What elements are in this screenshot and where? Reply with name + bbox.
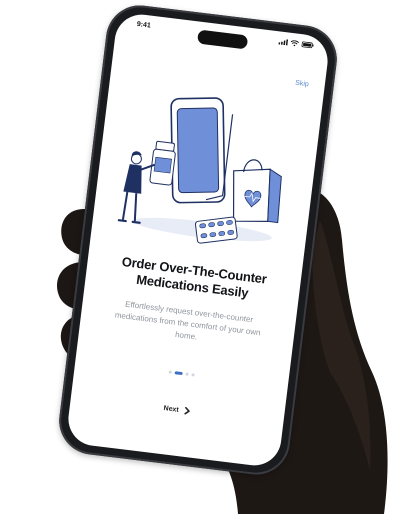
stage: 9:41 Skip Order Over-The-Counter Medicat… [0, 0, 415, 514]
signal-icon [278, 39, 289, 46]
onboarding-illustration [117, 97, 282, 244]
page-dot-3[interactable] [185, 372, 189, 376]
page-indicator [168, 370, 195, 377]
status-time: 9:41 [136, 20, 152, 30]
chevron-right-icon [184, 406, 190, 415]
phone-screen: 9:41 Skip Order Over-The-Counter Medicat… [65, 11, 331, 469]
skip-button[interactable]: Skip [295, 80, 309, 89]
page-dot-4[interactable] [191, 373, 195, 377]
onboarding-subtitle: Effortlessly request over-the-counter me… [114, 299, 262, 342]
next-label: Next [163, 404, 180, 414]
blister-pack-illustration [194, 216, 238, 244]
woman-illustration [117, 151, 155, 224]
page-dot-1[interactable] [168, 370, 172, 374]
pill-bottle-illustration [149, 140, 176, 186]
next-button[interactable]: Next [163, 404, 191, 415]
shopping-bag-illustration [232, 159, 282, 224]
status-icons [278, 38, 314, 49]
battery-icon [301, 41, 314, 49]
wifi-icon [290, 40, 300, 47]
page-dot-2[interactable] [174, 371, 183, 376]
